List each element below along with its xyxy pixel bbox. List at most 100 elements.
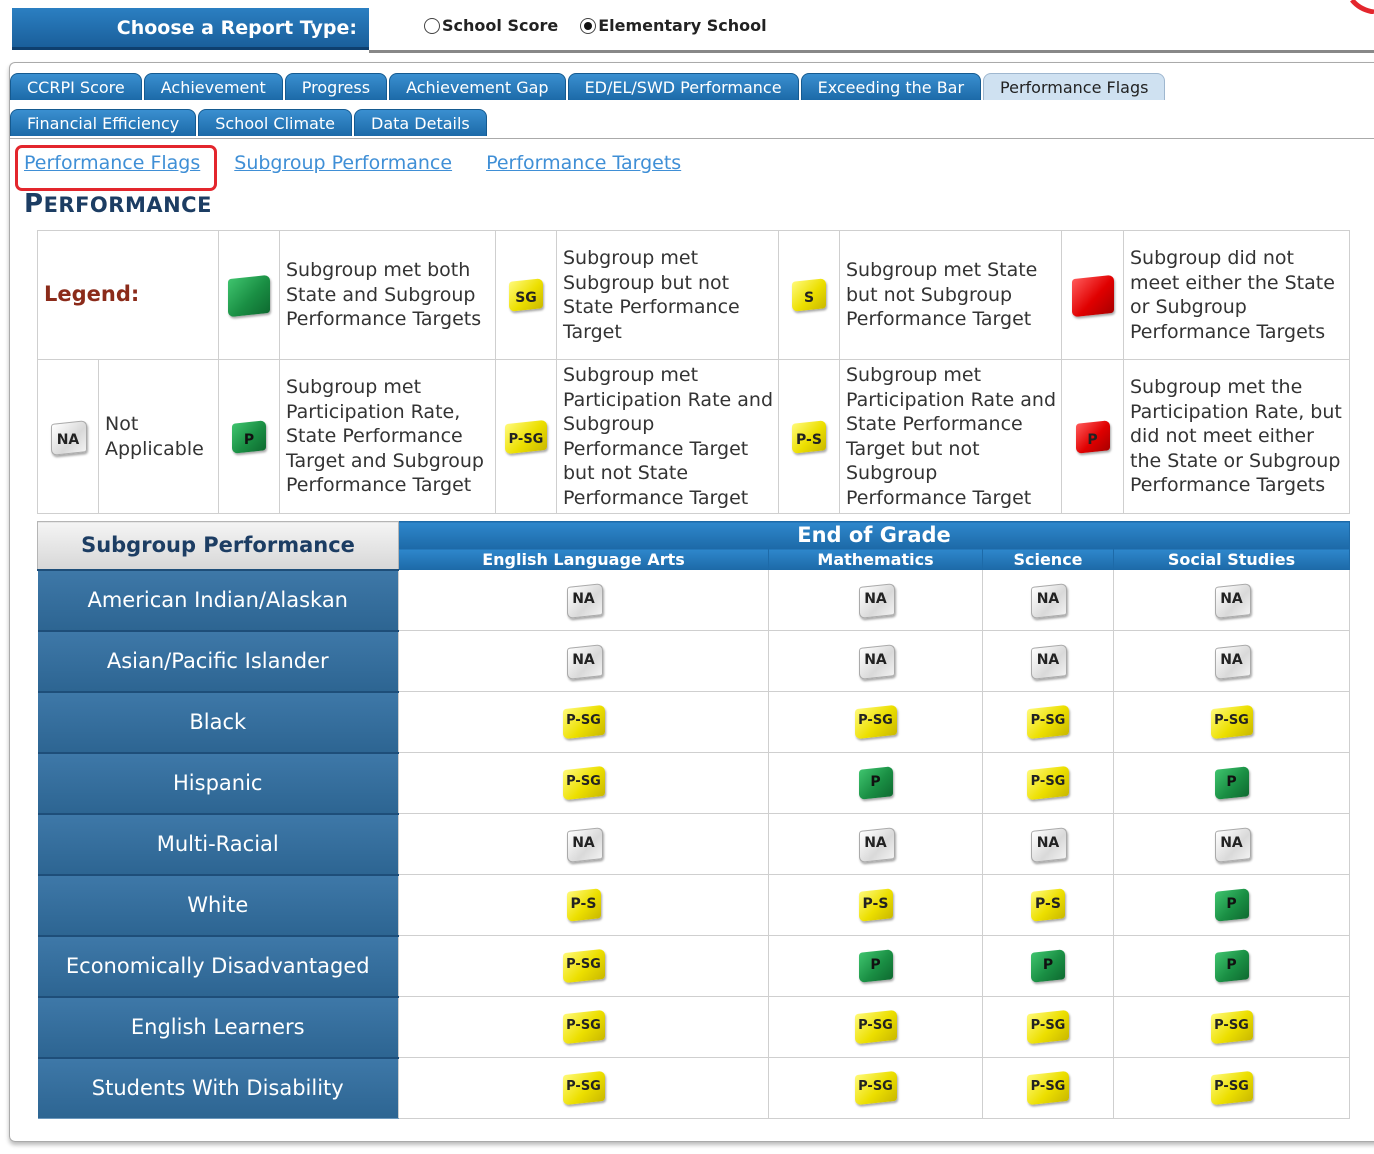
flag-cell: NA (982, 630, 1114, 692)
tab-row-2: Financial Efficiency School Climate Data D… (10, 109, 487, 136)
na-flag-icon: NA (1031, 642, 1067, 680)
section-title: PERFORMANCE (24, 189, 212, 219)
p-sg-flag-icon: P-SG (1027, 703, 1069, 741)
legend-table: Legend: Subgroup met both State and Subg… (37, 230, 1350, 514)
radio-elementary-school[interactable]: Elementary School (580, 16, 767, 35)
flag-cell: P (1113, 935, 1350, 997)
p-sg-flag-icon: P-SG (1027, 764, 1069, 802)
subgroup-name: Multi-Racial (37, 812, 399, 875)
end-of-grade-header: End of Grade (398, 521, 1350, 549)
legend-text: Subgroup did not meet either the State o… (1123, 230, 1350, 360)
performance-table: Subgroup Performance End of Grade Englis… (37, 521, 1350, 1119)
p-sg-flag-icon: P-SG (1210, 1008, 1253, 1046)
p-s-flag-icon: P-S (858, 886, 893, 924)
p-sg-flag-icon: P-SG (854, 1008, 897, 1046)
flag-cell: P (1113, 752, 1350, 814)
p-flag-icon: P (1214, 886, 1249, 924)
p-flag-icon: P (858, 947, 893, 985)
tab-financial-efficiency[interactable]: Financial Efficiency (10, 109, 197, 136)
subgroup-name: Asian/Pacific Islander (37, 629, 399, 692)
table-row: White P-S P-S P-S P (37, 873, 1350, 936)
p-sg-flag-icon: P-SG (562, 1008, 605, 1046)
tab-row-1: CCRPI Score Achievement Progress Achievemen… (10, 73, 1166, 100)
green-flag-icon (228, 273, 270, 318)
tab-data-details[interactable]: Data Details (354, 109, 487, 136)
flag-cell: P-SG (982, 996, 1114, 1058)
flag-cell: NA (982, 813, 1114, 875)
red-flag-icon (1071, 273, 1114, 318)
radio-school-score-label: School Score (442, 16, 559, 35)
na-flag-icon: NA (1031, 581, 1067, 619)
p-s-flag-icon: P-S (792, 418, 826, 456)
flag-cell: P-S (398, 874, 769, 936)
legend-flag-cell: S (778, 230, 840, 360)
tab-performance-flags[interactable]: Performance Flags (983, 73, 1166, 100)
na-flag-icon: NA (1031, 825, 1067, 863)
subject-header: Science (982, 548, 1114, 570)
p-sg-flag-icon: P-SG (562, 764, 605, 802)
table-row: English Learners P-SG P-SG P-SG P-SG (37, 995, 1350, 1058)
tab-ccrpi-score[interactable]: CCRPI Score (10, 73, 142, 100)
corner-decoration (1350, 0, 1374, 14)
p-flag-icon: P (1214, 764, 1249, 802)
legend-text: Subgroup met State but not Subgroup Perf… (839, 230, 1062, 360)
flag-cell: P (982, 935, 1114, 997)
na-flag-icon: NA (51, 418, 87, 456)
legend-row-2: NA Not Applicable P Subgroup met Partici… (37, 359, 1350, 514)
report-type-options: School Score Elementary School (424, 16, 767, 35)
table-row: Black P-SG P-SG P-SG P-SG (37, 690, 1350, 753)
legend-text: Subgroup met Participation Rate and Stat… (839, 359, 1062, 514)
link-performance-targets[interactable]: Performance Targets (486, 152, 681, 174)
tab-ed-el-swd-performance[interactable]: ED/EL/SWD Performance (567, 73, 799, 100)
flag-cell: P-SG (982, 1057, 1114, 1119)
legend-flag-cell: P (218, 359, 280, 514)
legend-text: Subgroup met the Participation Rate, but… (1123, 359, 1350, 514)
p-sg-flag-icon: P-SG (505, 418, 547, 456)
section-title-rest: ERFORMANCE (43, 193, 212, 217)
table-row: Economically Disadvantaged P-SG P P P (37, 934, 1350, 997)
flag-cell: NA (398, 813, 769, 875)
na-flag-icon: NA (566, 642, 603, 680)
flag-cell: P-SG (768, 691, 983, 753)
flag-cell: NA (1113, 630, 1350, 692)
link-subgroup-performance[interactable]: Subgroup Performance (234, 152, 452, 174)
radio-school-score-circle[interactable] (424, 17, 440, 34)
radio-school-score[interactable]: School Score (424, 16, 558, 35)
legend-flag-cell (218, 230, 280, 360)
p-sg-flag-icon: P-SG (854, 703, 897, 741)
flag-cell: NA (768, 569, 983, 631)
na-flag-icon: NA (858, 825, 895, 863)
p-flag-icon: P (232, 418, 266, 456)
link-performance-flags[interactable]: Performance Flags (24, 152, 200, 174)
p-s-flag-icon: P-S (1031, 886, 1065, 924)
flag-cell: P-SG (768, 996, 983, 1058)
subgroup-name: White (37, 873, 399, 936)
tab-achievement[interactable]: Achievement (143, 73, 283, 100)
tab-exceeding-the-bar[interactable]: Exceeding the Bar (800, 73, 982, 100)
subgroup-name: English Learners (37, 995, 399, 1058)
flag-cell: P-SG (1113, 691, 1350, 753)
flag-cell: NA (768, 630, 983, 692)
subgroup-name: Black (37, 690, 399, 753)
tab-progress[interactable]: Progress (284, 73, 388, 100)
flag-cell: P-S (768, 874, 983, 936)
flag-cell: P-SG (398, 691, 769, 753)
performance-header-row: Subgroup Performance End of Grade (37, 521, 1350, 570)
flag-cell: NA (398, 569, 769, 631)
na-flag-icon: NA (1214, 581, 1251, 619)
p-flag-icon: P (858, 764, 893, 802)
tab-school-climate[interactable]: School Climate (198, 109, 352, 136)
p-sg-flag-icon: P-SG (1027, 1008, 1069, 1046)
radio-elementary-school-circle[interactable] (580, 17, 597, 34)
legend-text: Not Applicable (98, 359, 219, 514)
legend-label-cell: Legend: (37, 230, 219, 360)
subgroup-name: Students With Disability (37, 1056, 399, 1119)
flag-cell: P (768, 935, 983, 997)
tab-achievement-gap[interactable]: Achievement Gap (389, 73, 566, 100)
p-sg-flag-icon: P-SG (1210, 1069, 1253, 1107)
table-row: Asian/Pacific Islander NA NA NA NA (37, 629, 1350, 692)
p-sg-flag-icon: P-SG (562, 1069, 605, 1107)
flag-cell: P-SG (398, 996, 769, 1058)
na-flag-icon: NA (1214, 825, 1251, 863)
p-flag-icon: P (1214, 947, 1249, 985)
